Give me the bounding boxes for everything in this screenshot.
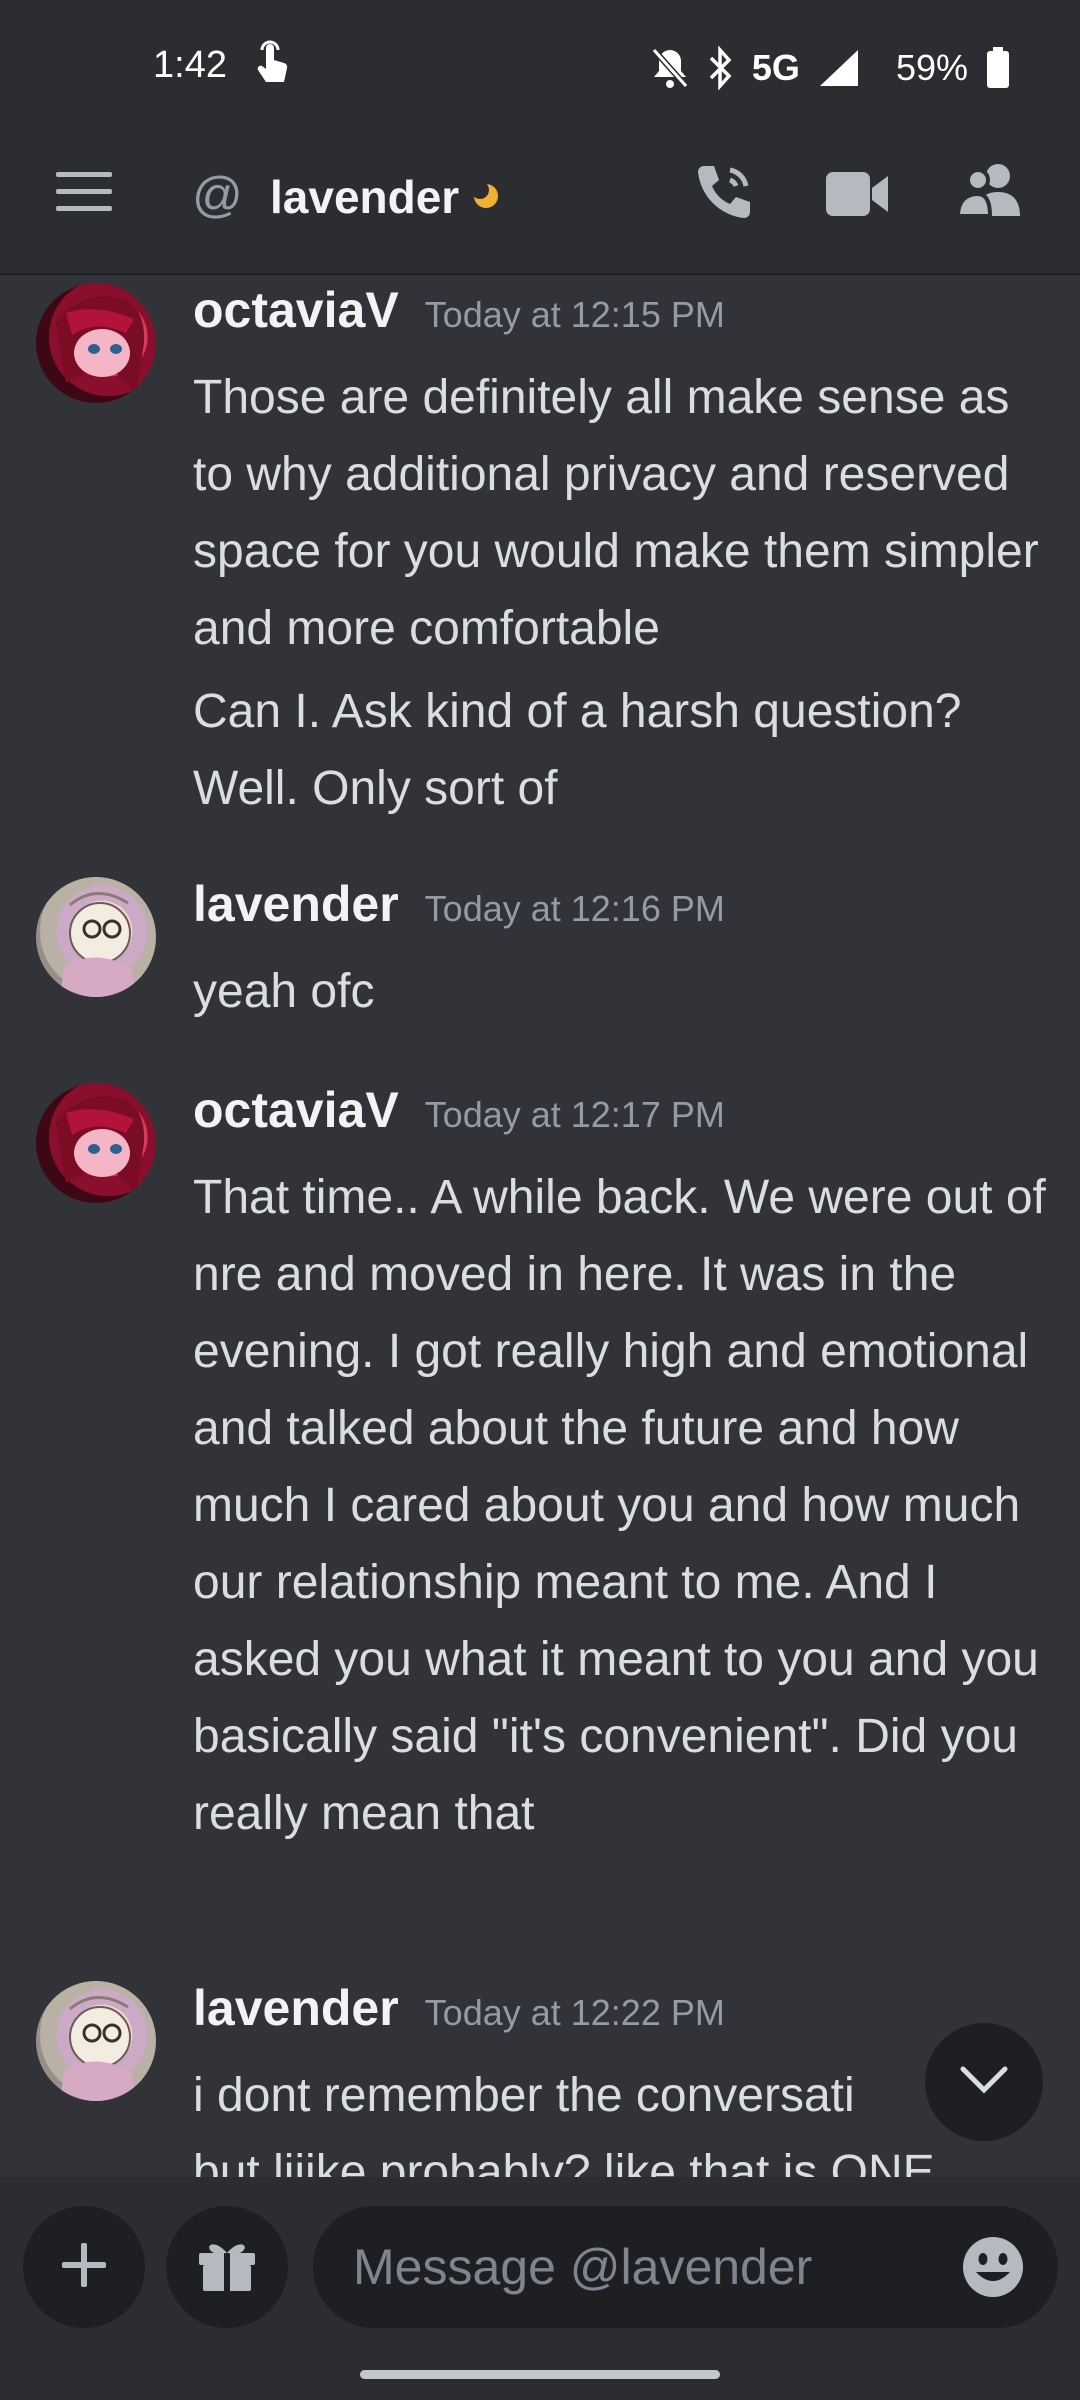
home-indicator[interactable] — [360, 2370, 720, 2379]
username[interactable]: octaviaV — [193, 281, 399, 339]
avatar[interactable] — [36, 283, 156, 403]
network-label: 5G — [751, 47, 800, 88]
gift-button[interactable] — [166, 2206, 288, 2328]
message-header: octaviaV Today at 12:17 PM — [193, 1081, 725, 1139]
message-text: Those are definitely all make sense as t… — [193, 371, 1039, 655]
discord-dm-screen: 1:42 5G 59% @ lavender octaviaV Today at… — [0, 0, 1080, 2400]
status-icons: 5G 59% — [650, 40, 1010, 96]
idle-status-icon — [471, 181, 500, 215]
message-text: Can I. Ask kind of a harsh question? Wel… — [193, 685, 962, 815]
hamburger-menu-icon[interactable] — [56, 172, 112, 217]
phone-call-icon[interactable] — [692, 160, 756, 229]
chevron-down-icon — [959, 2065, 1009, 2100]
message-content: That time.. A while back. We were out of… — [193, 1159, 1053, 1852]
message-input-placeholder: Message @lavender — [353, 2239, 813, 2295]
message-text: yeah ofc — [193, 965, 375, 1018]
bell-off-icon — [650, 46, 690, 90]
timestamp: Today at 12:22 PM — [424, 1992, 725, 2033]
avatar[interactable] — [36, 877, 156, 997]
username[interactable]: lavender — [193, 1979, 399, 2037]
dm-recipient-name[interactable]: lavender — [270, 170, 459, 224]
message-text: i dont remember the conversati — [193, 2069, 855, 2122]
battery-percent: 59% — [895, 47, 968, 88]
message-input[interactable]: Message @lavender — [313, 2206, 1058, 2328]
status-bar: 1:42 5G 59% — [0, 0, 1080, 135]
plus-icon — [62, 2242, 106, 2292]
at-sign-icon: @ — [192, 167, 243, 223]
message-list[interactable]: octaviaV Today at 12:15 PM Those are def… — [0, 277, 1080, 2177]
message-content: Those are definitely all make sense as t… — [193, 359, 1053, 827]
battery-icon — [986, 47, 1010, 89]
jump-to-latest-button[interactable] — [925, 2023, 1043, 2141]
message-text: but liiike probably? like that is ONE — [193, 2146, 935, 2177]
touch-gesture-icon — [252, 40, 292, 88]
add-attachment-button[interactable] — [23, 2206, 145, 2328]
username[interactable]: octaviaV — [193, 1081, 399, 1139]
message-text: That time.. A while back. We were out of… — [193, 1171, 1046, 1840]
top-app-bar — [0, 135, 1080, 275]
message-header: octaviaV Today at 12:15 PM — [193, 281, 725, 339]
message-header: lavender Today at 12:22 PM — [193, 1979, 725, 2037]
status-time: 1:42 — [153, 44, 227, 86]
emoji-smile-icon[interactable] — [962, 2236, 1024, 2303]
gift-icon — [197, 2237, 257, 2298]
bluetooth-icon — [708, 46, 734, 90]
username[interactable]: lavender — [193, 875, 399, 933]
timestamp: Today at 12:16 PM — [424, 888, 725, 929]
avatar[interactable] — [36, 1981, 156, 2101]
members-icon[interactable] — [955, 162, 1022, 223]
avatar[interactable] — [36, 1083, 156, 1203]
timestamp: Today at 12:17 PM — [424, 1094, 725, 1135]
message-content: i dont remember the conversati but liiik… — [193, 2057, 1053, 2177]
video-camera-icon[interactable] — [826, 170, 890, 223]
signal-icon — [818, 48, 860, 88]
message-content: yeah ofc — [193, 953, 1053, 1030]
timestamp: Today at 12:15 PM — [424, 294, 725, 335]
message-header: lavender Today at 12:16 PM — [193, 875, 725, 933]
